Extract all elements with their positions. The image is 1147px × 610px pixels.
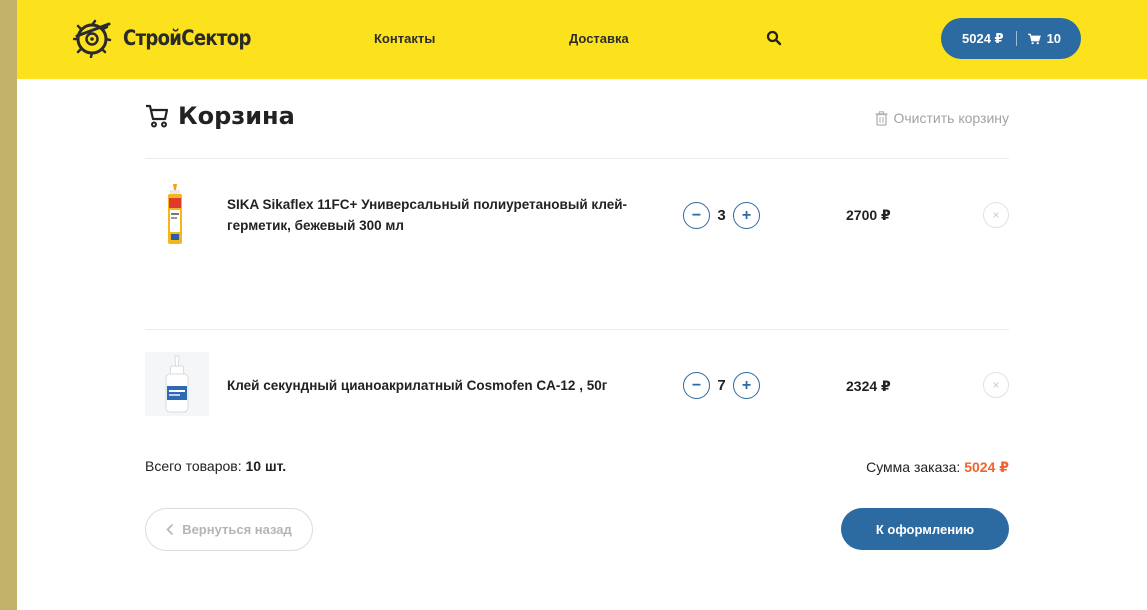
page: СтройСектор Контакты Доставка 5024 ₽ 10 … bbox=[17, 0, 1147, 610]
qty-increase-button[interactable]: + bbox=[733, 202, 760, 229]
quantity-stepper: − 3 + bbox=[683, 202, 760, 229]
cart-title-row: Корзина bbox=[145, 102, 295, 130]
qty-decrease-button[interactable]: − bbox=[683, 372, 710, 399]
order-sum-value: 5024 ₽ bbox=[964, 459, 1009, 475]
product-image-glue[interactable] bbox=[145, 352, 209, 416]
order-sum: Сумма заказа: 5024 ₽ bbox=[866, 459, 1009, 476]
qty-increase-button[interactable]: + bbox=[733, 372, 760, 399]
cart-item: Клей секундный цианоакрилатный Cosmofen … bbox=[145, 352, 1009, 422]
back-button[interactable]: Вернуться назад bbox=[145, 508, 313, 551]
cart-icon bbox=[1027, 33, 1041, 44]
product-name[interactable]: Клей секундный цианоакрилатный Cosmofen … bbox=[227, 375, 647, 396]
back-button-label: Вернуться назад bbox=[182, 522, 292, 537]
header-cart-sum: 5024 ₽ bbox=[962, 30, 1004, 46]
qty-value: 7 bbox=[717, 377, 726, 394]
saw-blade-logo-icon bbox=[73, 19, 112, 58]
total-items-value: 10 шт. bbox=[245, 458, 287, 474]
total-items: Всего товаров: 10 шт. bbox=[145, 458, 286, 474]
quantity-stepper: − 7 + bbox=[683, 372, 760, 399]
product-name[interactable]: SIKA Sikaflex 11FC+ Универсальный полиур… bbox=[227, 194, 647, 236]
clear-cart-button[interactable]: Очистить корзину bbox=[875, 110, 1010, 126]
remove-item-button[interactable]: × bbox=[983, 372, 1009, 398]
divider bbox=[145, 158, 1009, 159]
chevron-left-icon bbox=[166, 524, 173, 535]
divider bbox=[145, 329, 1009, 330]
product-image-sealant[interactable] bbox=[145, 182, 209, 246]
nav-contacts[interactable]: Контакты bbox=[374, 31, 435, 46]
page-title: Корзина bbox=[178, 102, 295, 130]
header-cart-separator bbox=[1015, 31, 1017, 46]
header-cart-count: 10 bbox=[1046, 31, 1062, 46]
checkout-button-label: К оформлению bbox=[875, 521, 975, 537]
item-price: 2700 ₽ bbox=[846, 207, 891, 223]
qty-value: 3 bbox=[717, 207, 726, 224]
total-items-label: Всего товаров: bbox=[145, 458, 242, 474]
cart-item: SIKA Sikaflex 11FC+ Универсальный полиур… bbox=[145, 182, 1009, 302]
logo-text: СтройСектор bbox=[123, 26, 251, 50]
order-sum-label: Сумма заказа: bbox=[866, 459, 961, 475]
qty-decrease-button[interactable]: − bbox=[683, 202, 710, 229]
item-price: 2324 ₽ bbox=[846, 378, 891, 394]
header-cart-button[interactable]: 5024 ₽ 10 bbox=[941, 18, 1081, 59]
logo[interactable]: СтройСектор bbox=[73, 18, 272, 58]
checkout-button[interactable]: К оформлению bbox=[841, 508, 1009, 550]
header: СтройСектор Контакты Доставка 5024 ₽ 10 bbox=[17, 0, 1147, 79]
trash-icon bbox=[875, 110, 887, 126]
remove-item-button[interactable]: × bbox=[983, 202, 1009, 228]
search-icon[interactable] bbox=[766, 30, 782, 46]
nav-delivery[interactable]: Доставка bbox=[569, 31, 629, 46]
clear-cart-label: Очистить корзину bbox=[893, 110, 1010, 126]
cart-outline-icon bbox=[146, 104, 169, 128]
